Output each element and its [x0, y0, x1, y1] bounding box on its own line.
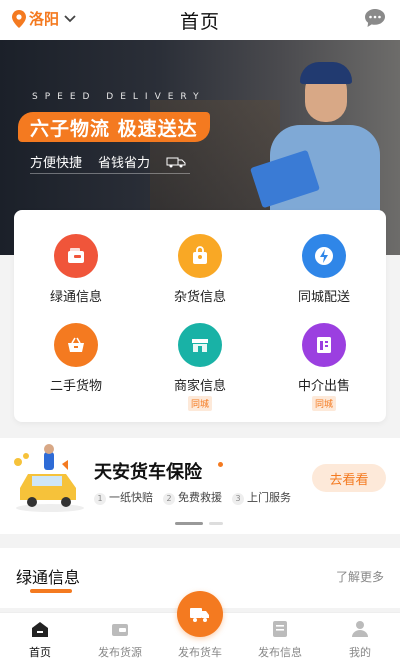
tab-post-info[interactable]: 发布信息: [240, 613, 320, 666]
top-bar: 洛阳 首页: [0, 0, 400, 40]
category-local-delivery[interactable]: 同城配送: [262, 234, 386, 305]
category-label: 中介出售: [297, 379, 350, 394]
insurance-title: 天安货车保险: [94, 462, 202, 483]
section-title-underline: [30, 589, 72, 593]
insurance-feature: 1 一纸快赔: [94, 489, 153, 505]
chevron-down-icon: [64, 14, 76, 22]
banner-sub-saving: 省钱省力: [98, 156, 151, 171]
banner-courier-cap: [300, 62, 352, 84]
bag-icon: [193, 246, 207, 264]
tab-label: 发布货源: [98, 646, 142, 659]
document-icon: [273, 621, 287, 637]
truck-icon: [190, 608, 209, 622]
category-green-pass[interactable]: 绿通信息: [14, 234, 138, 305]
category-second-hand[interactable]: 二手货物: [14, 323, 138, 411]
category-card: 绿通信息 杂货信息 同城配送 二手货物 商家信息 同城 中介出售 同城: [14, 210, 386, 422]
tab-post-cargo[interactable]: 发布货源: [80, 613, 160, 666]
category-icon-bg: [302, 323, 346, 367]
location-pin-icon: [12, 9, 26, 28]
carousel-dot[interactable]: [209, 522, 223, 525]
lightning-icon: [315, 247, 333, 265]
category-icon-bg: [54, 323, 98, 367]
store-icon: [192, 339, 208, 352]
same-city-badge: 同城: [187, 396, 212, 411]
banner-sub-convenient: 方便快捷: [30, 156, 83, 171]
home-page: 洛阳 首页 SPEED DELIVERY 六子物流 极速送达 方便快捷 省钱省力: [0, 0, 400, 666]
tab-post-truck[interactable]: 发布货车: [160, 591, 240, 666]
home-icon: [32, 622, 48, 637]
user-icon: [352, 621, 368, 637]
learn-more-link[interactable]: 了解更多: [336, 568, 384, 585]
category-label: 二手货物: [49, 379, 102, 394]
category-grid: 绿通信息 杂货信息 同城配送 二手货物 商家信息 同城 中介出售 同城: [14, 210, 386, 411]
insurance-car-illustration: [14, 444, 84, 512]
carousel-indicator: [175, 522, 223, 525]
page-title: 首页: [179, 10, 220, 33]
category-label: 同城配送: [297, 290, 350, 305]
insurance-feature: 3 上门服务: [232, 489, 291, 505]
tab-home[interactable]: 首页: [0, 613, 80, 666]
carousel-dot-active[interactable]: [175, 522, 203, 525]
tab-label: 首页: [29, 646, 51, 659]
banner-slogan: 六子物流 极速送达: [18, 112, 210, 142]
insurance-features: 1 一纸快赔 2 免费救援 3 上门服务: [94, 489, 291, 505]
category-label: 杂货信息: [173, 290, 226, 305]
truck-icon: [166, 157, 186, 167]
document-icon: [317, 337, 331, 353]
tab-mine[interactable]: 我的: [320, 613, 400, 666]
tab-label: 发布信息: [258, 646, 302, 659]
category-label: 商家信息: [173, 379, 226, 394]
banner-subtitle: 方便快捷 省钱省力: [30, 152, 186, 171]
wallet-icon: [112, 624, 128, 636]
basket-icon: [68, 337, 84, 352]
banner-tagline: SPEED DELIVERY: [32, 92, 206, 102]
location-label: 洛阳: [29, 10, 60, 28]
category-label: 绿通信息: [49, 290, 102, 305]
same-city-badge: 同城: [311, 396, 336, 411]
category-icon-bg: [302, 234, 346, 278]
category-groceries[interactable]: 杂货信息: [138, 234, 262, 305]
tab-label: 发布货车: [178, 646, 222, 659]
tab-label: 我的: [349, 646, 371, 659]
post-truck-button[interactable]: [177, 591, 223, 637]
message-icon[interactable]: [364, 8, 386, 28]
insurance-banner[interactable]: 天安货车保险 1 一纸快赔 2 免费救援 3 上门服务 去看看: [0, 438, 400, 534]
section-title: 绿通信息: [16, 568, 81, 587]
category-agency-sale[interactable]: 中介出售 同城: [262, 323, 386, 411]
category-merchants[interactable]: 商家信息 同城: [138, 323, 262, 411]
location-selector[interactable]: 洛阳: [12, 8, 76, 29]
category-icon-bg: [178, 323, 222, 367]
banner-divider: [30, 173, 190, 174]
category-icon-bg: [54, 234, 98, 278]
wallet-icon: [68, 248, 84, 263]
insurance-accent-dot: [218, 462, 223, 467]
insurance-feature: 2 免费救援: [163, 489, 222, 505]
bottom-tab-bar: 首页 发布货源 发布货车 发布信息 我的: [0, 591, 400, 666]
category-icon-bg: [178, 234, 222, 278]
insurance-view-button[interactable]: 去看看: [312, 464, 386, 492]
